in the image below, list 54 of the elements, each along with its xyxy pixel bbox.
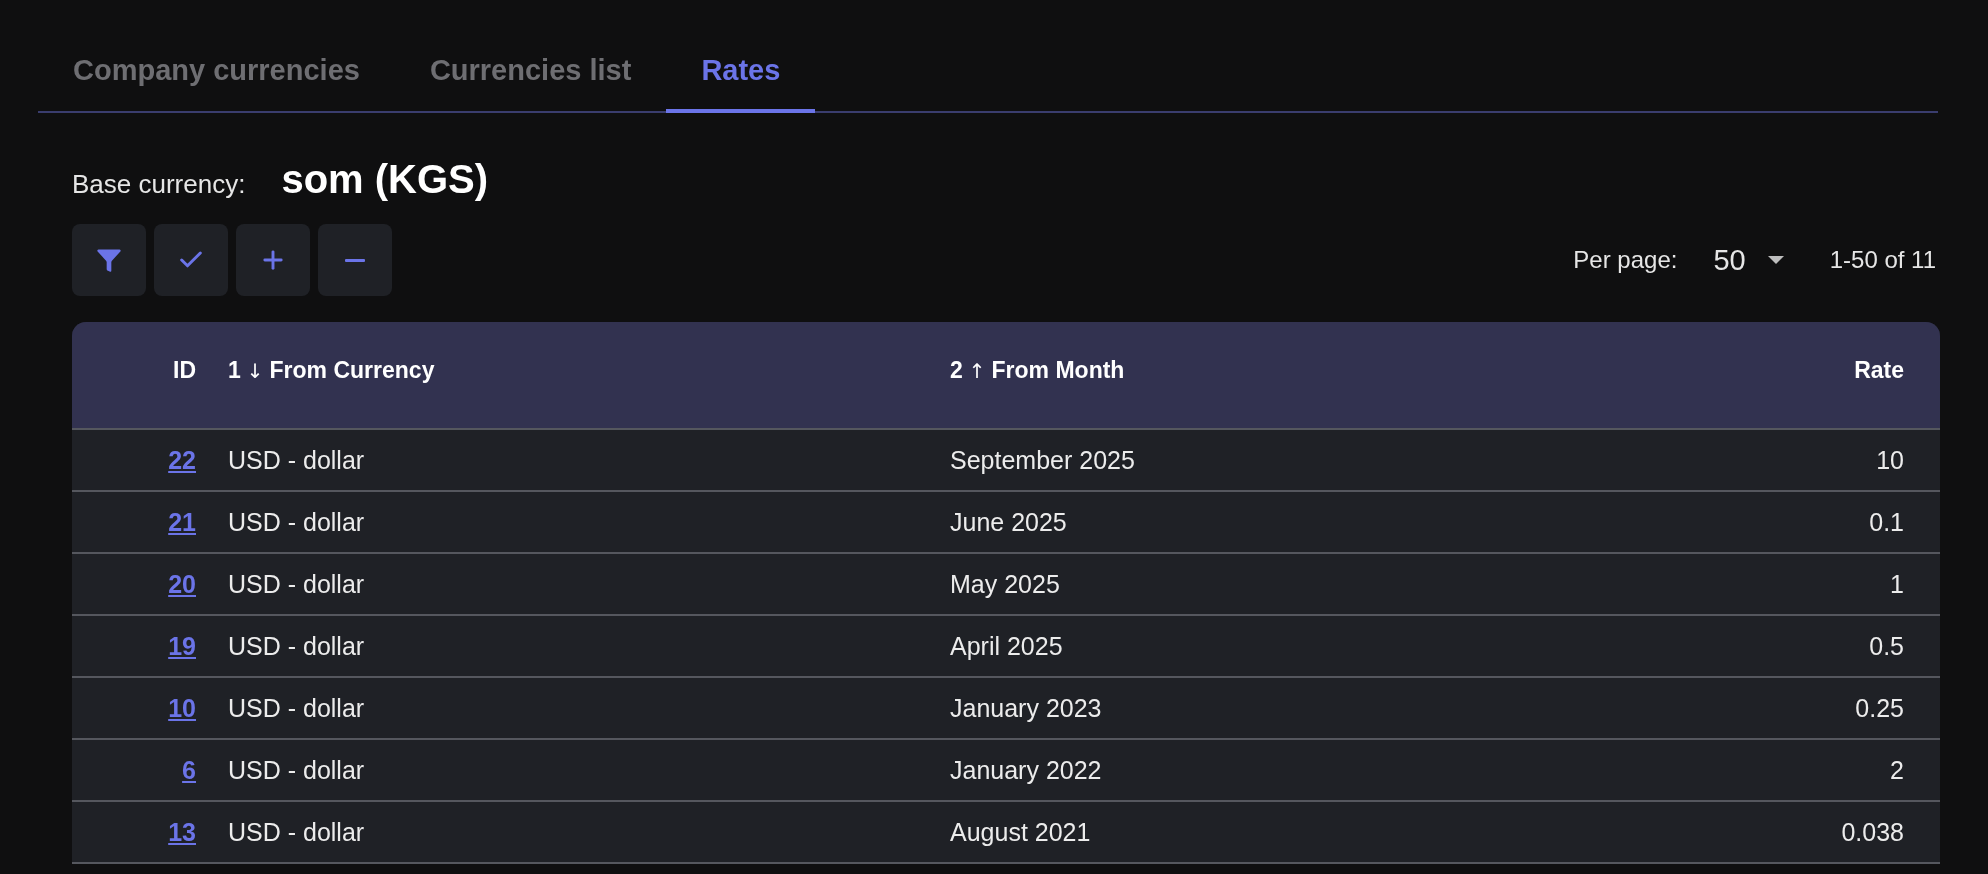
- table-cell: April 2025: [950, 631, 1063, 661]
- id-link[interactable]: 13: [168, 817, 196, 847]
- filter-button[interactable]: [72, 224, 146, 296]
- page-range: 1-50 of 11: [1829, 246, 1936, 274]
- table-cell: June 2025: [950, 507, 1067, 537]
- column-header[interactable]: Rate: [1854, 322, 1904, 384]
- table-cell: January 2022: [950, 755, 1102, 785]
- per-page-select[interactable]: 50: [1713, 243, 1784, 277]
- id-link[interactable]: 10: [168, 693, 196, 723]
- table-cell: 1: [1890, 569, 1904, 599]
- table-cell: USD - dollar: [228, 755, 365, 785]
- id-link[interactable]: 6: [182, 755, 196, 785]
- table-cell: May 2025: [950, 569, 1060, 599]
- sort-index: 2: [950, 357, 963, 384]
- table-cell: 0.5: [1869, 631, 1904, 661]
- id-link[interactable]: 20: [168, 569, 196, 599]
- per-page-label: Per page:: [1573, 246, 1678, 274]
- column-header[interactable]: 1 ↓ From Currency: [228, 322, 435, 384]
- caret-icon: [1767, 256, 1784, 264]
- table-cell: USD - dollar: [228, 569, 365, 599]
- check-button[interactable]: [154, 224, 228, 296]
- sort-index: 1: [228, 357, 241, 384]
- table-cell: 0.038: [1841, 817, 1904, 847]
- sort-arrow: ↑: [968, 358, 986, 383]
- table-cell: USD - dollar: [228, 817, 365, 847]
- add-button[interactable]: [236, 224, 310, 296]
- tab[interactable]: Company currencies: [38, 40, 395, 113]
- table-cell: USD - dollar: [228, 445, 365, 475]
- table-cell: 10: [1876, 445, 1904, 475]
- column-label: Rate: [1854, 357, 1904, 384]
- table-cell: 2: [1890, 755, 1904, 785]
- sort-arrow: ↓: [246, 358, 264, 383]
- column-label: From Month: [991, 357, 1125, 384]
- table-cell: August 2021: [950, 817, 1091, 847]
- id-link[interactable]: 22: [168, 445, 196, 475]
- column-label: ID: [173, 357, 196, 384]
- column-header[interactable]: ID: [173, 322, 196, 384]
- id-link[interactable]: 19: [168, 631, 196, 661]
- table-cell: 0.1: [1869, 507, 1904, 537]
- table-cell: January 2023: [950, 693, 1102, 723]
- tab[interactable]: Rates: [666, 40, 816, 113]
- table-cell: September 2025: [950, 445, 1135, 475]
- id-link[interactable]: 21: [168, 507, 196, 537]
- table-cell: USD - dollar: [228, 507, 365, 537]
- minus-icon: [345, 258, 365, 262]
- remove-button[interactable]: [318, 224, 392, 296]
- column-header[interactable]: 2 ↑ From Month: [950, 322, 1125, 384]
- table-cell: USD - dollar: [228, 631, 365, 661]
- base-currency-label: Base currency:: [72, 169, 246, 200]
- tab[interactable]: Currencies list: [394, 40, 667, 113]
- table-cell: USD - dollar: [228, 693, 365, 723]
- base-currency-value: som (KGS): [281, 157, 489, 202]
- column-label: From Currency: [269, 357, 435, 384]
- table-cell: 0.25: [1855, 693, 1904, 723]
